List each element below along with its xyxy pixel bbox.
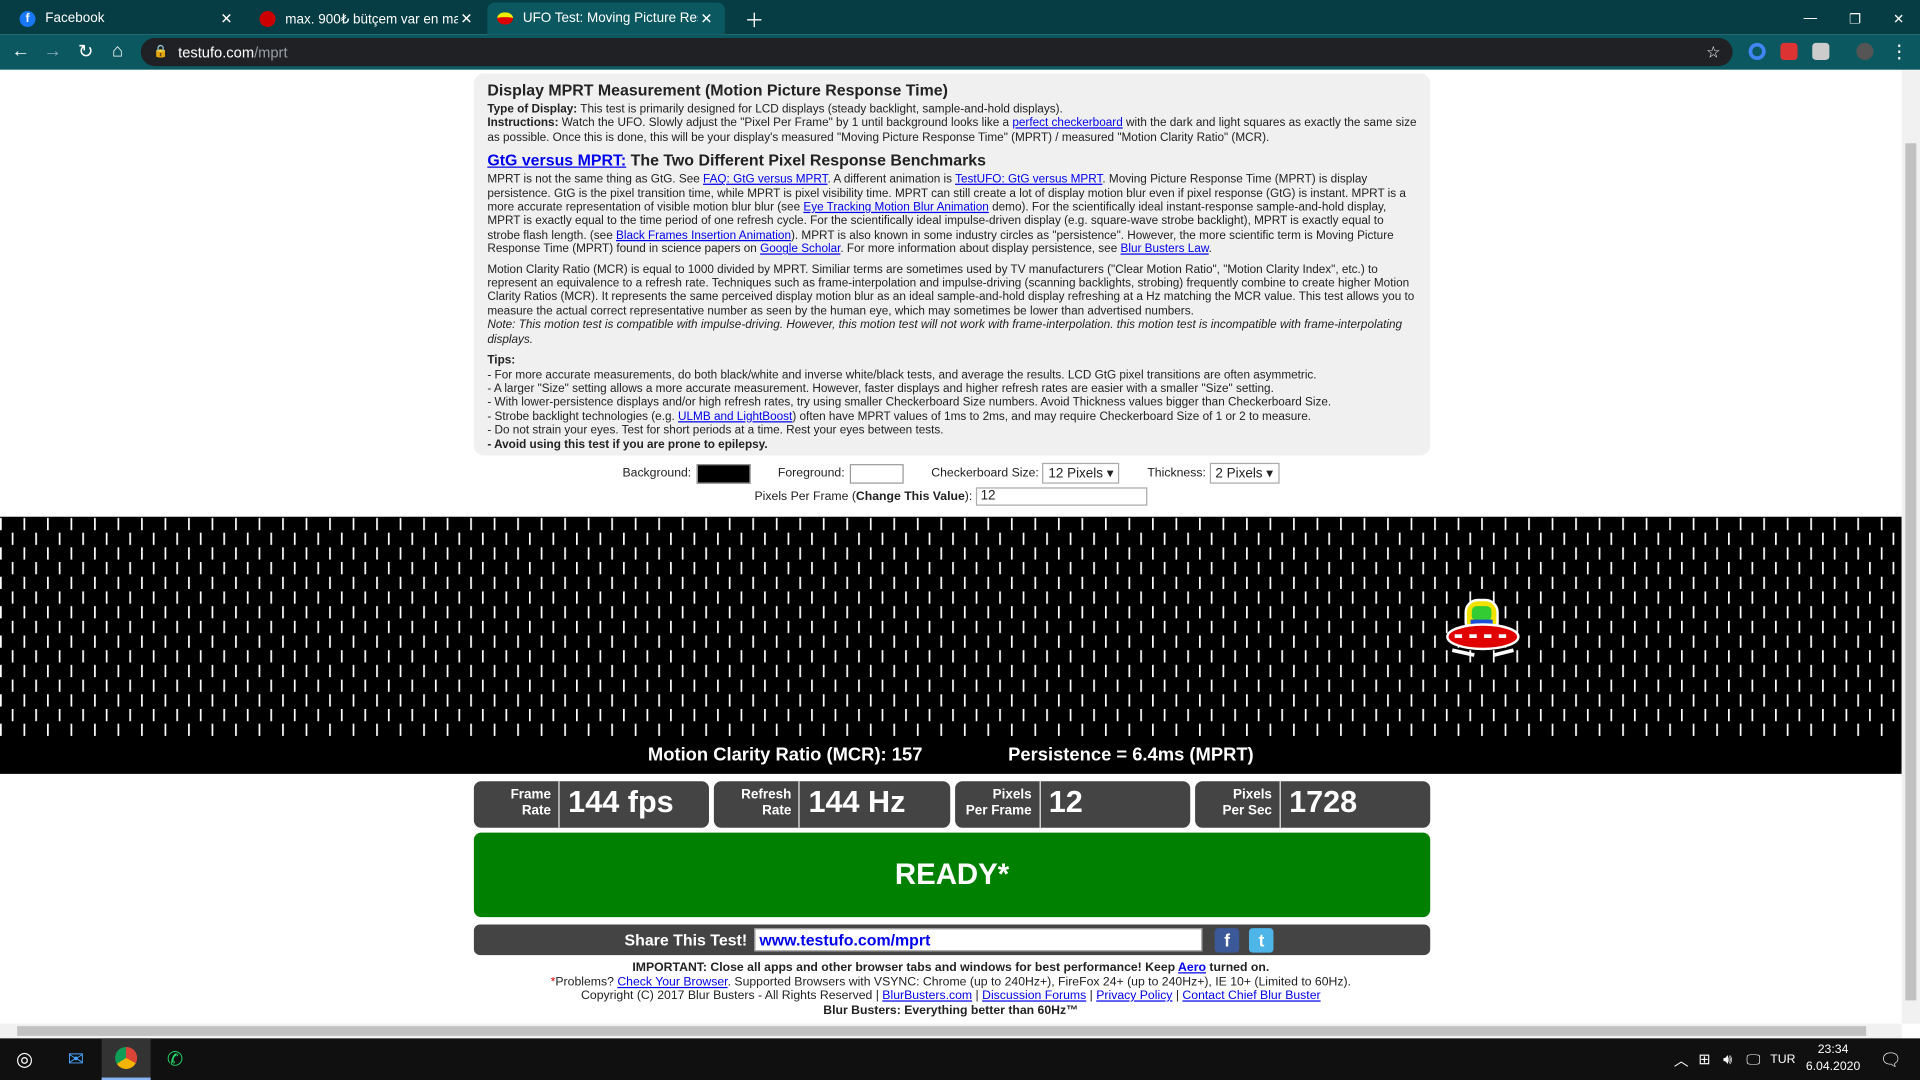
tab-forum[interactable]: max. 900₺ bütçem var en mantıklı ✕	[250, 2, 485, 34]
new-tab-button[interactable]: ＋	[735, 2, 774, 34]
share-bar: Share This Test! www.testufo.com/mprt f …	[473, 924, 1431, 956]
scroll-thumb[interactable]	[1905, 143, 1917, 1001]
extension-icon[interactable]	[1812, 42, 1830, 61]
tab-strip: f Facebook ✕ max. 900₺ bütçem var en man…	[0, 0, 1920, 35]
forum-icon	[259, 10, 276, 27]
cortana-icon[interactable]: ◎	[0, 1038, 49, 1080]
lock-icon: 🔒	[153, 45, 169, 59]
tab-facebook[interactable]: f Facebook ✕	[10, 2, 245, 34]
checkerboard-pattern	[0, 516, 1902, 738]
privacy-link[interactable]: Privacy Policy	[1096, 989, 1172, 1002]
test-controls: Background: Foreground: Checkerboard Siz…	[0, 462, 1902, 506]
testufo-gtg-link[interactable]: TestUFO: GtG versus MPRT	[955, 173, 1102, 186]
mail-icon[interactable]: ✉	[51, 1038, 100, 1080]
close-tab-icon[interactable]: ✕	[698, 10, 715, 27]
vertical-scrollbar[interactable]	[1901, 69, 1920, 1024]
mcr-value: Motion Clarity Ratio (MCR): 157	[647, 744, 923, 766]
facebook-share-icon[interactable]: f	[1214, 927, 1240, 953]
home-icon[interactable]: ⌂	[105, 40, 129, 61]
stat-frame-rate: Frame Rate 144 fps	[473, 781, 710, 828]
forums-link[interactable]: Discussion Forums	[982, 989, 1086, 1002]
stat-refresh-rate: Refresh Rate 144 Hz	[714, 781, 950, 828]
contact-link[interactable]: Contact Chief Blur Buster	[1182, 989, 1320, 1002]
aero-link[interactable]: Aero	[1178, 961, 1206, 974]
google-scholar-link[interactable]: Google Scholar	[760, 243, 840, 256]
stat-pixels-per-frame: Pixels Per Frame 12	[954, 781, 1190, 828]
blurbusters-link[interactable]: BlurBusters.com	[882, 989, 972, 1002]
restore-button[interactable]: ❐	[1839, 2, 1871, 34]
mprt-paragraph: MPRT is not the same thing as GtG. See F…	[487, 172, 1406, 257]
stats-row: Frame Rate 144 fps Refresh Rate 144 Hz Pixel…	[473, 781, 1431, 828]
language-indicator[interactable]: TUR	[1758, 1038, 1807, 1080]
ufo-icon	[1446, 598, 1520, 657]
close-window-button[interactable]: ✕	[1883, 2, 1914, 34]
facebook-icon: f	[19, 10, 36, 27]
reload-icon[interactable]: ↻	[73, 40, 97, 63]
persistence-value: Persistence = 6.4ms (MPRT)	[1008, 744, 1254, 766]
footer: IMPORTANT: Close all apps and other brow…	[550, 961, 1352, 1017]
horizontal-scrollbar[interactable]	[0, 1023, 1902, 1039]
results-readout: Motion Clarity Ratio (MCR): 157 Persisten…	[0, 744, 1902, 765]
browser-toolbar: ← → ↻ ⌂ 🔒 testufo.com/mprt ☆ ⋮	[0, 34, 1920, 70]
page-title: Display MPRT Measurement (Motion Picture…	[487, 80, 948, 100]
info-panel: Display MPRT Measurement (Motion Picture…	[473, 73, 1431, 456]
checkerboard-size-select[interactable]: 12 Pixels ▾	[1042, 462, 1120, 484]
thickness-select[interactable]: 2 Pixels ▾	[1209, 462, 1280, 484]
eye-tracking-link[interactable]: Eye Tracking Motion Blur Animation	[803, 201, 988, 214]
faq-link[interactable]: FAQ: GtG versus MPRT	[703, 173, 827, 186]
check-browser-link[interactable]: Check Your Browser	[617, 975, 727, 988]
share-url-field[interactable]: www.testufo.com/mprt	[754, 928, 1203, 952]
close-tab-icon[interactable]: ✕	[458, 10, 475, 27]
whatsapp-icon[interactable]: ✆	[151, 1038, 200, 1080]
extension-icon[interactable]	[1780, 42, 1798, 61]
forward-icon[interactable]: →	[40, 40, 64, 61]
star-icon[interactable]: ☆	[1706, 42, 1720, 62]
clock[interactable]: 23:34 6.04.2020	[1802, 1038, 1863, 1080]
pixels-per-frame-input[interactable]: 12	[975, 487, 1148, 506]
stat-pixels-per-sec: Pixels Per Sec 1728	[1194, 781, 1431, 828]
taskbar: ◎ ✉ ✆ ︿ ⊞ 🔊︎ 🖵 TUR 23:34 6.04.2020 🗨︎	[0, 1038, 1920, 1080]
avatar[interactable]	[1856, 42, 1874, 61]
ufo-icon	[497, 12, 514, 25]
blur-busters-law-link[interactable]: Blur Busters Law	[1121, 243, 1209, 256]
bfi-link[interactable]: Black Frames Insertion Animation	[616, 229, 791, 242]
perfect-checkerboard-link[interactable]: perfect checkerboard	[1012, 117, 1122, 130]
page-content: Display MPRT Measurement (Motion Picture…	[0, 69, 1902, 1024]
menu-icon[interactable]: ⋮	[1887, 40, 1911, 63]
notifications-icon[interactable]: 🗨︎	[1866, 1038, 1915, 1080]
address-bar[interactable]: 🔒 testufo.com/mprt ☆	[140, 37, 1733, 67]
extension-icon[interactable]	[1748, 42, 1766, 61]
tab-ufo-test[interactable]: UFO Test: Moving Picture Response ✕	[487, 2, 725, 35]
motion-test-area	[0, 516, 1902, 774]
background-color-picker[interactable]	[696, 463, 751, 484]
foreground-color-picker[interactable]	[849, 463, 904, 484]
chrome-icon[interactable]	[101, 1038, 151, 1080]
close-tab-icon[interactable]: ✕	[218, 10, 235, 27]
twitter-share-icon[interactable]: t	[1249, 927, 1274, 953]
ulmb-link[interactable]: ULMB and LightBoost	[678, 410, 792, 423]
back-icon[interactable]: ←	[9, 40, 33, 61]
ready-status: READY*	[473, 832, 1431, 918]
minimize-button[interactable]: —	[1794, 2, 1827, 34]
gtg-vs-mprt-link[interactable]: GtG versus MPRT:	[487, 151, 626, 169]
scroll-thumb[interactable]	[17, 1026, 1867, 1036]
